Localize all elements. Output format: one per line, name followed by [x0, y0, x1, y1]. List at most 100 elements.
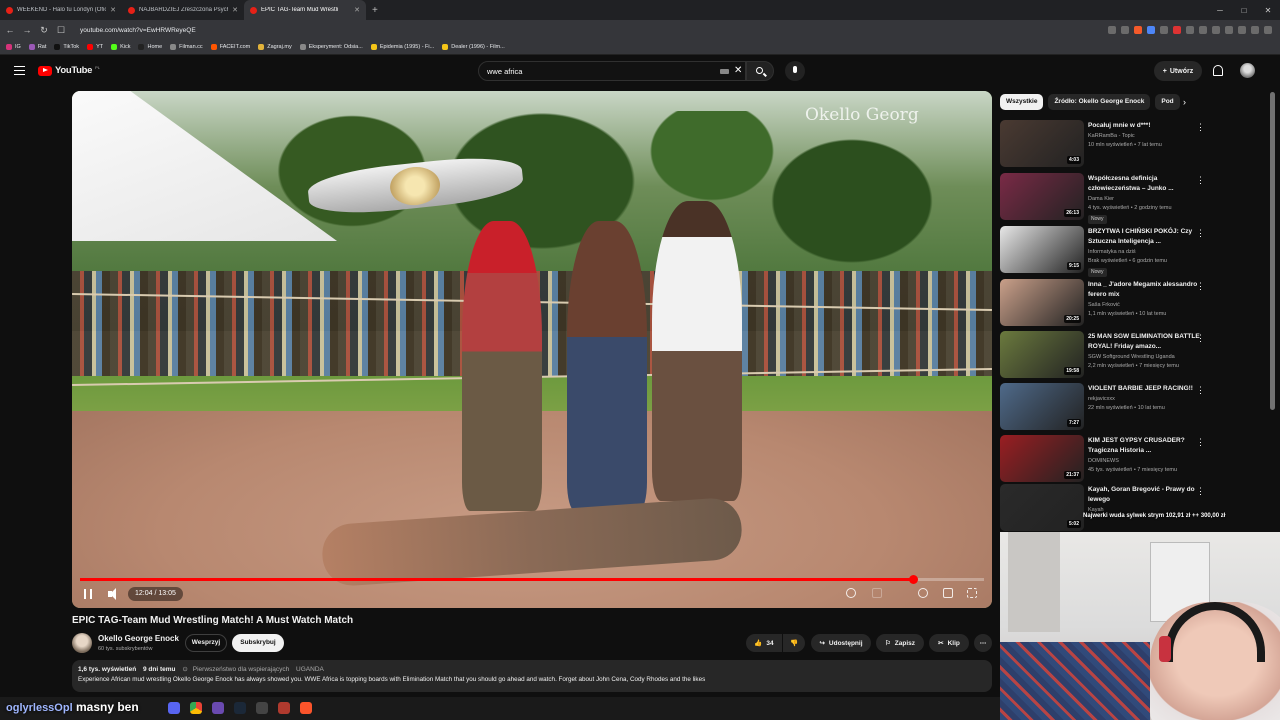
extension-icon[interactable]: [1121, 26, 1129, 34]
chevron-right-icon[interactable]: ›: [1183, 97, 1186, 107]
browser-tab[interactable]: WEEKEND - Halo tu Londyn (Oficjaln ✕: [0, 0, 122, 20]
description-box[interactable]: 1,6 tys. wyświetleń 9 dni temu ⊙ Pierwsze…: [72, 660, 992, 692]
recommendation-item[interactable]: 26:13 ⋮ Współczesna definicja człowieczeńs…: [1000, 173, 1212, 224]
browser-tab[interactable]: NAJBARDZIEJ Zreszczona Psychicznie ✕: [122, 0, 244, 20]
close-tab-icon[interactable]: ✕: [354, 6, 360, 14]
video-thumbnail[interactable]: 20:25: [1000, 279, 1084, 326]
new-tab-button[interactable]: +: [366, 5, 384, 16]
keyboard-icon[interactable]: [720, 69, 729, 74]
video-thumbnail[interactable]: 19:58: [1000, 331, 1084, 378]
recommendation-item[interactable]: 19:58 ⋮ 25 MAN SGW ELIMINATION BATTLE ROYA…: [1000, 331, 1212, 379]
video-player[interactable]: Okello Georg 12:04 / 13:05: [72, 91, 992, 608]
search-box[interactable]: wwe africa ✕: [478, 61, 746, 81]
video-thumbnail[interactable]: 26:13: [1000, 173, 1084, 220]
bookmark-item[interactable]: YT: [87, 44, 103, 50]
like-button[interactable]: 👍 34: [746, 634, 782, 652]
steam-icon[interactable]: [234, 702, 246, 714]
extension-icon[interactable]: [1173, 26, 1181, 34]
bell-icon[interactable]: [1213, 65, 1223, 76]
browser-tab-active[interactable]: EPIC TAG-Team Mud Wrestli ✕: [244, 0, 366, 20]
recommendation-title[interactable]: BRZYTWA I CHIŃSKI POKÓJ: Czy Sztuczna In…: [1088, 227, 1200, 247]
fullscreen-icon[interactable]: [967, 588, 977, 598]
extension-icon[interactable]: [1160, 26, 1168, 34]
bookmark-item[interactable]: Rat: [28, 44, 46, 50]
reload-icon[interactable]: ↻: [37, 25, 51, 36]
recommendation-channel[interactable]: Saša Frković: [1088, 302, 1120, 308]
subscribe-button[interactable]: Subskrybuj: [232, 634, 284, 652]
voice-search-button[interactable]: [785, 61, 805, 81]
brave-icon[interactable]: [300, 702, 312, 714]
clear-icon[interactable]: ✕: [734, 65, 742, 76]
recommendation-title[interactable]: VIOLENT BARBIE JEEP RACING!!: [1088, 384, 1200, 394]
playlist-icon[interactable]: [1251, 26, 1259, 34]
video-thumbnail[interactable]: 5:02: [1000, 484, 1084, 531]
url-field[interactable]: youtube.com/watch?v=EwHRWReyeQE: [80, 27, 1108, 34]
download-icon[interactable]: [1212, 26, 1220, 34]
recommendation-title[interactable]: Inna _ J'adore Megamix alessandro ferero…: [1088, 280, 1200, 300]
recommendation-item[interactable]: 21:37 ⋮ KIM JEST GYPSY CRUSADER? Tragiczna…: [1000, 435, 1212, 483]
settings-gear-icon[interactable]: [918, 588, 928, 598]
progress-scrubber[interactable]: [908, 575, 918, 584]
channel-avatar[interactable]: [72, 633, 92, 653]
channel-name[interactable]: Okello George Enock: [98, 634, 179, 643]
recommendation-title[interactable]: Współczesna definicja człowieczeństwa – …: [1088, 174, 1200, 194]
brave-shield-icon[interactable]: [1134, 26, 1142, 34]
bookmark-item[interactable]: Filman.cc: [170, 44, 203, 50]
close-window-icon[interactable]: ✕: [1256, 6, 1280, 15]
hamburger-menu-icon[interactable]: [14, 66, 25, 75]
recommendation-channel[interactable]: Informatyka na dziś: [1088, 249, 1136, 255]
video-thumbnail[interactable]: 21:37: [1000, 435, 1084, 482]
chip-from-channel[interactable]: Źródło: Okello George Enock: [1048, 94, 1151, 110]
recommendation-title[interactable]: KIM JEST GYPSY CRUSADER? Tragiczna Histo…: [1088, 436, 1200, 456]
account-avatar[interactable]: [1240, 63, 1255, 78]
close-tab-icon[interactable]: ✕: [232, 6, 238, 14]
recommendation-item[interactable]: 7:27 ⋮ VIOLENT BARBIE JEEP RACING!! rekjavi…: [1000, 383, 1212, 431]
location-tag[interactable]: UGANDA: [296, 666, 324, 673]
bookmark-item[interactable]: FACEIT.com: [210, 44, 250, 50]
app-icon[interactable]: [278, 702, 290, 714]
progress-bar[interactable]: [80, 575, 984, 584]
extension-icon[interactable]: [1108, 26, 1116, 34]
recommendation-channel[interactable]: Dama Kier: [1088, 196, 1114, 202]
recommendation-channel[interactable]: KaRRamBa - Topic: [1088, 133, 1135, 139]
bookmark-item[interactable]: Dealer (1996) - Film...: [442, 44, 505, 50]
search-button[interactable]: [746, 61, 774, 81]
more-actions-button[interactable]: ⋯: [974, 634, 992, 652]
volume-icon[interactable]: [108, 588, 116, 600]
extension-icon[interactable]: [1199, 26, 1207, 34]
video-thumbnail[interactable]: 9:15: [1000, 226, 1084, 273]
app-icon[interactable]: [256, 702, 268, 714]
browser-menu-icon[interactable]: [1264, 26, 1272, 34]
bookmark-item[interactable]: Kick: [111, 44, 130, 50]
bookmark-item[interactable]: IG: [6, 44, 21, 50]
miniplayer-icon[interactable]: [943, 588, 953, 598]
recommendation-item[interactable]: 5:02 ⋮ Kayah, Goran Bregović - Prawy do le…: [1000, 484, 1212, 532]
recommendation-title[interactable]: 25 MAN SGW ELIMINATION BATTLE ROYAL! Fri…: [1088, 332, 1200, 352]
minimize-icon[interactable]: ─: [1208, 6, 1232, 15]
forward-icon[interactable]: →: [20, 25, 34, 35]
recommendation-title[interactable]: Pocałuj mnie w d***!: [1088, 121, 1200, 131]
youtube-logo[interactable]: YouTube PL: [38, 65, 100, 76]
chip-all[interactable]: Wszystkie: [1000, 94, 1044, 110]
pause-icon[interactable]: [84, 589, 92, 599]
bookmark-item[interactable]: Home: [138, 44, 162, 50]
bookmark-icon[interactable]: ☐: [54, 25, 68, 36]
recommendation-item[interactable]: 9:15 ⋮ BRZYTWA I CHIŃSKI POKÓJ: Czy Sztucz…: [1000, 226, 1212, 277]
extension-icon[interactable]: [1225, 26, 1233, 34]
search-input[interactable]: wwe africa: [487, 67, 522, 76]
video-thumbnail[interactable]: 7:27: [1000, 383, 1084, 430]
recommendation-item[interactable]: 4:03 ⋮ Pocałuj mnie w d***! KaRRamBa - Topi…: [1000, 120, 1212, 168]
save-button[interactable]: ⚐ Zapisz: [876, 634, 924, 652]
autoplay-toggle-icon[interactable]: [846, 588, 856, 598]
chrome-icon[interactable]: [190, 702, 202, 714]
video-thumbnail[interactable]: 4:03: [1000, 120, 1084, 167]
bookmark-item[interactable]: Eksperyment: Odsia...: [299, 44, 363, 50]
join-button[interactable]: Wesprzyj: [185, 634, 227, 652]
chip-related[interactable]: Pod: [1155, 94, 1180, 110]
extension-icon[interactable]: [1147, 26, 1155, 34]
discord-icon[interactable]: [168, 702, 180, 714]
maximize-icon[interactable]: □: [1232, 6, 1256, 15]
close-tab-icon[interactable]: ✕: [110, 6, 116, 14]
recommendation-channel[interactable]: SGW Softground Wrestling Uganda: [1088, 354, 1175, 360]
create-button[interactable]: + Utwórz: [1154, 61, 1202, 81]
